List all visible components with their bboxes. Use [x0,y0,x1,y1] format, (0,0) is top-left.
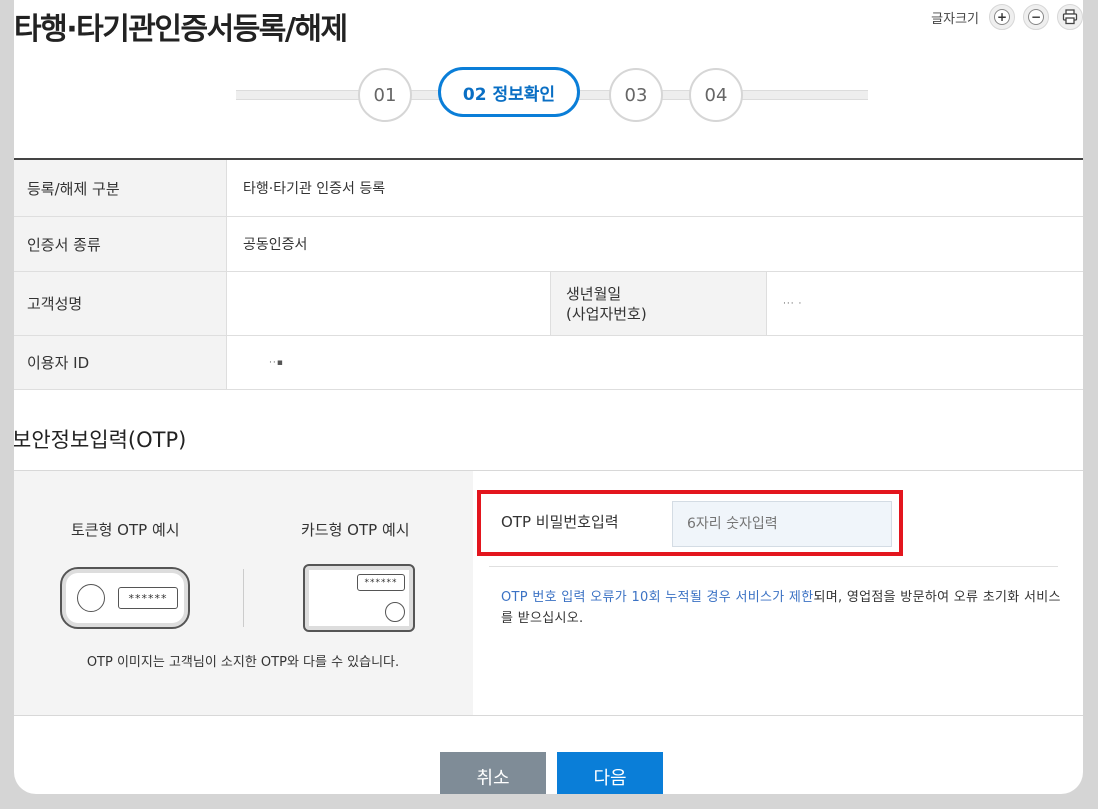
font-increase-button[interactable]: + [989,4,1015,30]
customer-name-value [226,272,550,335]
user-id-value: ··▪ [226,336,1083,389]
table-row: 등록/해제 구분 타행·타기관 인증서 등록 [14,160,1083,217]
page-title: 타행·타기관인증서등록/해제 [14,12,348,47]
printer-icon [1062,9,1078,25]
examples-divider [243,569,244,627]
birth-label-line2: (사업자번호) [566,304,647,323]
font-decrease-button[interactable]: − [1023,4,1049,30]
table-row: 인증서 종류 공동인증서 [14,217,1083,272]
reg-type-label: 등록/해제 구분 [14,160,226,216]
birth-label: 생년월일 (사업자번호) [550,272,766,335]
otp-separator [489,566,1058,567]
otp-section-title: 보안정보입력(OTP) [14,428,187,452]
otp-password-label: OTP 비밀번호입력 [501,513,619,531]
card-button-icon [385,602,405,622]
otp-input-area: OTP 비밀번호입력 OTP 번호 입력 오류가 10회 누적될 경우 서비스가… [473,471,1083,715]
minus-icon: − [1028,9,1044,25]
print-button[interactable] [1057,4,1083,30]
step-4: 04 [689,68,743,122]
table-row: 고객성명 생년월일 (사업자번호) ··· · [14,272,1083,336]
card-screen: ****** [357,574,405,591]
token-screen: ****** [118,587,178,609]
plus-icon: + [994,9,1010,25]
birth-value-masked: ··· · [783,298,803,309]
card-example-label: 카드형 OTP 예시 [301,521,410,539]
info-table: 등록/해제 구분 타행·타기관 인증서 등록 인증서 종류 공동인증서 고객성명… [14,158,1083,390]
birth-value: ··· · [766,272,1083,335]
reg-type-value: 타행·타기관 인증서 등록 [226,160,1083,216]
user-id-masked: ··▪ [269,357,284,368]
otp-warning-highlight: OTP 번호 입력 오류가 10회 누적될 경우 서비스가 제한 [501,590,814,605]
cert-type-value: 공동인증서 [226,217,1083,271]
otp-password-input[interactable] [672,501,892,547]
otp-examples: 토큰형 OTP 예시 카드형 OTP 예시 ****** ****** OTP … [14,471,473,715]
card-otp-image: ****** [303,564,415,632]
cancel-button[interactable]: 취소 [440,752,546,794]
step-2-current: 02 정보확인 [438,67,580,117]
table-row: 이용자 ID ··▪ [14,336,1083,390]
step-1: 01 [358,68,412,122]
step-indicator: 01 02 정보확인 03 04 [236,66,868,126]
token-button-icon [77,584,105,612]
otp-image-note: OTP 이미지는 고객님이 소지한 OTP와 다를 수 있습니다. [86,655,400,670]
customer-name-label: 고객성명 [14,272,226,335]
user-id-label: 이용자 ID [14,336,226,389]
otp-box: 토큰형 OTP 예시 카드형 OTP 예시 ****** ****** OTP … [14,470,1083,716]
font-size-control: 글자크기 + − [931,4,1083,30]
next-button[interactable]: 다음 [557,752,663,794]
token-example-label: 토큰형 OTP 예시 [71,521,180,539]
cert-type-label: 인증서 종류 [14,217,226,271]
step-3: 03 [609,68,663,122]
dialog-panel: 타행·타기관인증서등록/해제 글자크기 + − 01 02 정보확인 03 04… [14,0,1083,794]
font-size-label: 글자크기 [931,11,979,27]
birth-label-line1: 생년월일 [566,284,622,303]
token-otp-image: ****** [60,567,190,629]
otp-warning: OTP 번호 입력 오류가 10회 누적될 경우 서비스가 제한되며, 영업점을… [501,587,1061,629]
